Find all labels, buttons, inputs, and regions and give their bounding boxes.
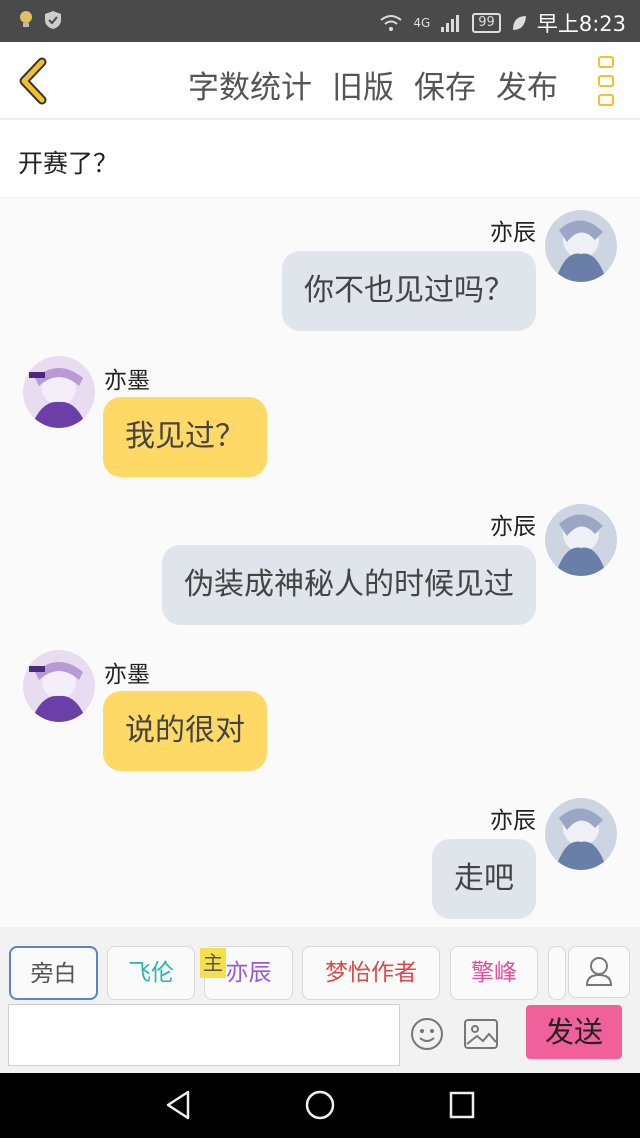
avatar-image bbox=[23, 650, 95, 722]
image-button[interactable] bbox=[463, 1017, 499, 1051]
sender-name: 亦辰 bbox=[490, 808, 536, 834]
menu-dot-icon bbox=[598, 94, 614, 106]
bulb-icon bbox=[20, 11, 32, 27]
message-bubble[interactable]: 伪装成神秘人的时候见过 bbox=[162, 545, 536, 625]
status-left bbox=[18, 10, 62, 30]
system-nav-bar bbox=[0, 1073, 640, 1138]
back-button[interactable] bbox=[14, 56, 54, 106]
network-type: 4G bbox=[413, 16, 431, 30]
role-chip-feilun[interactable]: 飞伦 bbox=[107, 946, 195, 1000]
chat-message: 亦墨 说的很对 bbox=[0, 639, 640, 779]
sender-name: 亦墨 bbox=[104, 368, 150, 394]
more-menu-button[interactable] bbox=[598, 56, 614, 106]
status-right: 4G 99 早上8:23 bbox=[379, 8, 626, 38]
word-count-button[interactable]: 字数统计 bbox=[188, 62, 312, 107]
back-triangle-icon[interactable] bbox=[164, 1090, 192, 1120]
signal-icon bbox=[441, 15, 460, 32]
avatar-image bbox=[545, 798, 617, 870]
recents-square-icon[interactable] bbox=[448, 1090, 476, 1120]
home-circle-icon[interactable] bbox=[304, 1090, 336, 1122]
battery-indicator: 99 bbox=[472, 13, 501, 33]
composer: 发送 bbox=[0, 1003, 640, 1073]
manage-roles-button[interactable] bbox=[568, 946, 630, 998]
chat-message: 亦辰 走吧 bbox=[0, 787, 640, 927]
status-bar: 4G 99 早上8:23 bbox=[0, 0, 640, 42]
toolbar-actions: 字数统计 旧版 保存 发布 bbox=[188, 62, 558, 107]
sender-name: 亦辰 bbox=[490, 220, 536, 246]
message-bubble[interactable]: 说的很对 bbox=[103, 691, 267, 771]
message-bubble[interactable]: 你不也见过吗？ bbox=[282, 251, 536, 331]
avatar-yichen[interactable] bbox=[545, 798, 617, 870]
role-chip-mengyi-author[interactable]: 梦怡作者 bbox=[302, 946, 440, 1000]
role-selector: 旁白 飞伦 亦辰 主 梦怡作者 擎峰 bbox=[0, 927, 640, 1003]
menu-dot-icon bbox=[598, 56, 614, 68]
sender-name: 亦墨 bbox=[104, 662, 150, 688]
avatar-yimo[interactable] bbox=[23, 356, 95, 428]
story-title: 开赛了？ bbox=[18, 149, 119, 178]
role-chip-narrator[interactable]: 旁白 bbox=[9, 946, 98, 1000]
message-bubble[interactable]: 走吧 bbox=[432, 839, 536, 919]
story-title-row[interactable]: 开赛了？ bbox=[0, 122, 640, 198]
old-version-button[interactable]: 旧版 bbox=[332, 62, 394, 107]
chat-area[interactable]: 亦辰 你不也见过吗？ 亦墨 我见过？ 亦辰 伪装成神秘人的时候见过 亦墨 说的很… bbox=[0, 199, 640, 927]
editor-toolbar: 字数统计 旧版 保存 发布 bbox=[0, 42, 640, 120]
role-chip-qingfeng[interactable]: 擎峰 bbox=[450, 946, 538, 1000]
avatar-image bbox=[545, 210, 617, 282]
message-input[interactable] bbox=[8, 1004, 400, 1066]
host-badge: 主 bbox=[200, 948, 226, 978]
wifi-icon bbox=[380, 15, 402, 31]
chat-message: 亦辰 你不也见过吗？ bbox=[0, 199, 640, 339]
message-bubble[interactable]: 我见过？ bbox=[103, 397, 267, 477]
chat-message: 亦墨 我见过？ bbox=[0, 345, 640, 485]
menu-dot-icon bbox=[598, 75, 614, 87]
role-chip-more[interactable] bbox=[548, 946, 566, 1000]
avatar-yichen[interactable] bbox=[545, 504, 617, 576]
status-time: 早上8:23 bbox=[536, 12, 626, 36]
avatar-yichen[interactable] bbox=[545, 210, 617, 282]
avatar-yimo[interactable] bbox=[23, 650, 95, 722]
shield-icon bbox=[45, 11, 61, 29]
publish-button[interactable]: 发布 bbox=[496, 62, 558, 107]
image-icon bbox=[464, 1019, 498, 1049]
sender-name: 亦辰 bbox=[490, 514, 536, 540]
emoji-icon bbox=[411, 1018, 443, 1050]
avatar-image bbox=[23, 356, 95, 428]
save-button[interactable]: 保存 bbox=[414, 62, 476, 107]
avatar-image bbox=[545, 504, 617, 576]
send-button[interactable]: 发送 bbox=[526, 1005, 622, 1059]
person-icon bbox=[585, 957, 613, 986]
emoji-button[interactable] bbox=[410, 1017, 444, 1051]
leaf-icon bbox=[512, 16, 526, 30]
chevron-left-icon bbox=[19, 57, 47, 105]
chat-message: 亦辰 伪装成神秘人的时候见过 bbox=[0, 493, 640, 633]
